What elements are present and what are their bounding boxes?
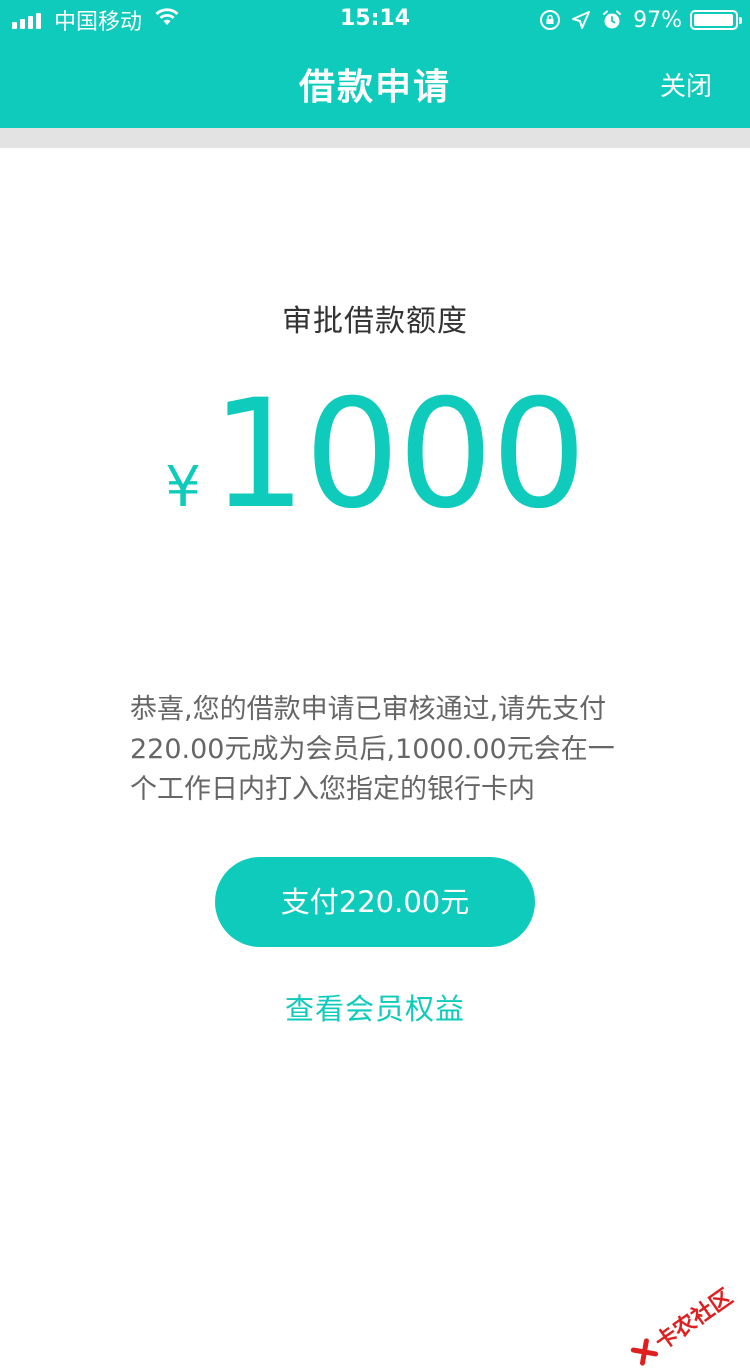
- approval-notice: 恭喜,您的借款申请已审核通过,请先支付220.00元成为会员后,1000.00元…: [130, 694, 615, 805]
- approved-amount: ¥ 1000: [0, 380, 750, 540]
- watermark-text: 卡农社区: [650, 1284, 738, 1356]
- approved-amount-label: 审批借款额度: [282, 304, 468, 339]
- app-header: 中国移动 15:14 97% 借款申请 关闭: [0, 0, 750, 128]
- close-button[interactable]: 关闭: [660, 66, 712, 103]
- amount-value: 1000: [210, 368, 587, 542]
- status-right: 97%: [539, 6, 742, 34]
- pay-button[interactable]: 支付220.00元: [215, 857, 535, 947]
- battery-icon: [690, 10, 742, 30]
- watermark: 卡农社区: [626, 1280, 738, 1372]
- rotation-lock-icon: [539, 9, 561, 31]
- battery-level-fill: [694, 14, 733, 26]
- status-bar: 中国移动 15:14 97%: [0, 0, 750, 40]
- page-title: 借款申请: [298, 67, 451, 108]
- currency-symbol: ¥: [165, 455, 201, 520]
- battery-percent: 97%: [633, 7, 682, 33]
- header-divider: [0, 128, 750, 148]
- view-member-benefits-link[interactable]: 查看会员权益: [0, 986, 750, 1028]
- location-arrow-icon: [571, 10, 591, 30]
- alarm-clock-icon: [601, 9, 623, 31]
